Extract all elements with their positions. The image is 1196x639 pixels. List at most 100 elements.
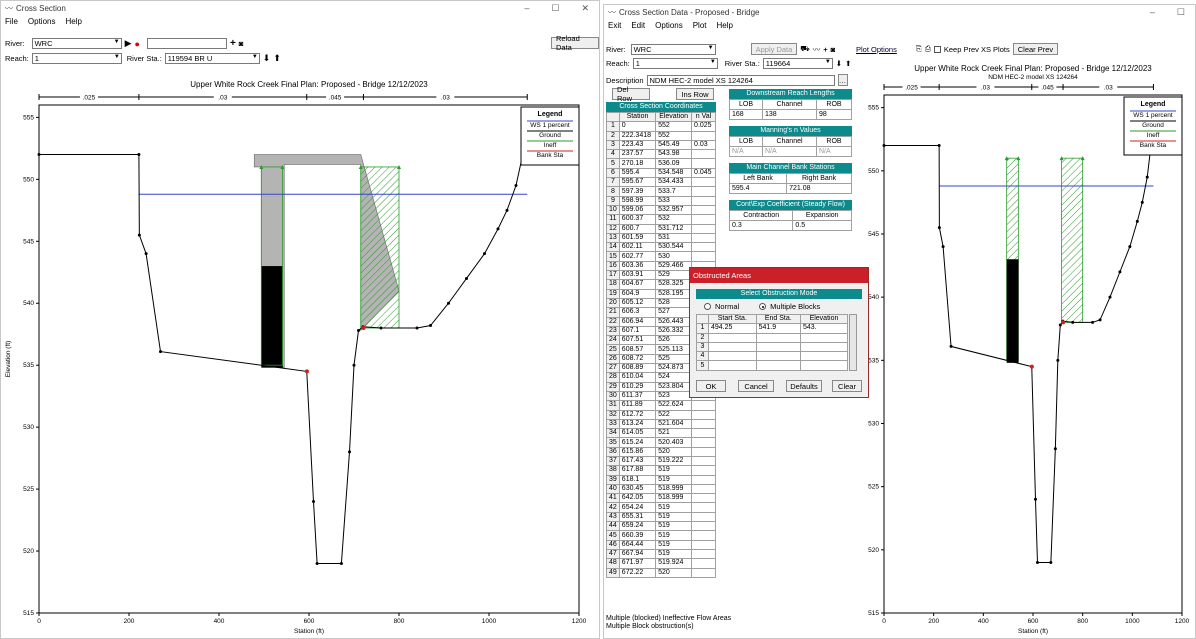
graph-icon[interactable]: 〰 xyxy=(813,44,821,55)
table-row[interactable]: 9 598.99 533 xyxy=(606,195,716,206)
elevation-cell[interactable]: 522.624 xyxy=(655,400,693,411)
station-cell[interactable]: 604.9 xyxy=(618,288,657,299)
station-cell[interactable]: 672.22 xyxy=(618,567,657,578)
station-cell[interactable]: 617.43 xyxy=(618,455,657,467)
elevation-cell[interactable]: 534.548 xyxy=(655,167,693,179)
nval-cell[interactable] xyxy=(691,465,716,476)
station-cell[interactable]: 601.59 xyxy=(618,232,657,244)
nval-cell[interactable] xyxy=(691,149,716,160)
station-cell[interactable]: 604.67 xyxy=(618,279,657,290)
table-row[interactable]: 40 630.45 518.999 xyxy=(606,483,716,495)
elevation-cell[interactable]: 518.999 xyxy=(655,493,693,504)
station-cell[interactable]: 599.06 xyxy=(618,204,657,216)
nval-cell[interactable] xyxy=(691,548,716,560)
elevation-cell[interactable]: 528 xyxy=(655,297,693,309)
nval-cell[interactable] xyxy=(691,539,716,550)
menu-options[interactable]: Options xyxy=(28,17,56,26)
table-row[interactable]: 43 655.31 519 xyxy=(606,511,716,523)
table-row[interactable]: 38 617.88 519 xyxy=(606,465,716,476)
nval-cell[interactable] xyxy=(691,483,716,495)
table-row[interactable]: 8 597.39 533.7 xyxy=(606,186,716,197)
elevation-cell[interactable]: 531 xyxy=(655,232,693,244)
table-row[interactable]: 4 237.57 543.98 xyxy=(606,149,716,160)
nval-cell[interactable] xyxy=(691,418,716,430)
ok-button[interactable]: OK xyxy=(696,380,726,392)
nval-cell[interactable] xyxy=(691,400,716,411)
elevation-cell[interactable]: 519 xyxy=(655,465,693,476)
copy-icon[interactable]: ⎘ xyxy=(916,44,922,54)
table-row[interactable]: 49 672.22 520 xyxy=(606,567,716,578)
station-cell[interactable]: 617.88 xyxy=(618,465,657,476)
station-cell[interactable]: 605.12 xyxy=(618,297,657,309)
elevation-cell[interactable]: 519 xyxy=(655,502,693,513)
station-cell[interactable]: 671.97 xyxy=(618,558,657,569)
table-row[interactable]: 31 611.89 522.624 xyxy=(606,400,716,411)
river-select[interactable]: WRC ▼ xyxy=(630,43,716,55)
station-cell[interactable]: 595.67 xyxy=(618,177,657,188)
elevation-cell[interactable]: 533 xyxy=(655,195,693,206)
nval-cell[interactable] xyxy=(691,130,716,141)
table-row[interactable]: 46 664.44 519 xyxy=(606,539,716,550)
nval-cell[interactable] xyxy=(691,558,716,569)
station-cell[interactable]: 618.1 xyxy=(618,474,657,485)
menu-options[interactable]: Options xyxy=(655,21,683,30)
nval-cell[interactable] xyxy=(691,204,716,216)
menu-file[interactable]: File xyxy=(5,17,18,26)
table-row[interactable]: 47 667.94 519 xyxy=(606,548,716,560)
coefficients-table[interactable]: Contraction Expansion 0.3 0.5 xyxy=(728,210,852,231)
station-cell[interactable]: 606.94 xyxy=(618,316,657,327)
elevation-cell[interactable]: 526.443 xyxy=(655,316,693,327)
up-arrow-icon[interactable]: ⬆ xyxy=(845,59,851,68)
elevation-cell[interactable]: 530.544 xyxy=(655,242,693,253)
station-cell[interactable]: 606.3 xyxy=(618,307,657,318)
minimize-button[interactable]: – xyxy=(1150,7,1155,18)
elevation-cell[interactable]: 552 xyxy=(655,130,693,141)
station-cell[interactable]: 0 xyxy=(618,121,657,132)
record-icon[interactable]: ● xyxy=(135,39,140,49)
nval-cell[interactable] xyxy=(691,474,716,485)
elevation-cell[interactable]: 526 xyxy=(655,335,693,346)
station-cell[interactable]: 597.39 xyxy=(618,186,657,197)
nval-cell[interactable] xyxy=(691,242,716,253)
station-cell[interactable]: 608.72 xyxy=(618,353,657,365)
table-row[interactable]: 41 642.05 518.999 xyxy=(606,493,716,504)
table-row[interactable]: 2 222.3418 552 xyxy=(606,130,716,141)
elevation-cell[interactable]: 518.999 xyxy=(655,483,693,495)
description-more-button[interactable]: … xyxy=(837,74,848,86)
elevation-cell[interactable]: 533.7 xyxy=(655,186,693,197)
elevation-cell[interactable]: 519.924 xyxy=(655,558,693,569)
station-cell[interactable]: 659.24 xyxy=(618,521,657,532)
elevation-cell[interactable]: 519 xyxy=(655,548,693,560)
station-cell[interactable]: 237.57 xyxy=(618,149,657,160)
maximize-button[interactable]: ☐ xyxy=(1177,7,1185,18)
clear-prev-button[interactable]: Clear Prev xyxy=(1012,43,1059,55)
station-cell[interactable]: 613.24 xyxy=(618,418,657,430)
table-scrollbar[interactable] xyxy=(849,314,857,371)
table-row[interactable]: 7 595.67 534.433 xyxy=(606,177,716,188)
station-cell[interactable]: 667.94 xyxy=(618,548,657,560)
print-icon[interactable]: ⎙ xyxy=(925,44,931,54)
plot-options-link[interactable]: Plot Options xyxy=(856,45,897,54)
add-icon[interactable]: + xyxy=(823,45,827,54)
maximize-button[interactable]: ☐ xyxy=(551,3,559,14)
table-row[interactable]: 12 600.7 531.712 xyxy=(606,223,716,234)
table-row[interactable]: 37 617.43 519.222 xyxy=(606,455,716,467)
keep-prev-checkbox[interactable] xyxy=(933,45,941,53)
elevation-cell[interactable]: 529.466 xyxy=(655,260,693,272)
table-row[interactable]: 32 612.72 522 xyxy=(606,409,716,420)
station-cell[interactable]: 608.57 xyxy=(618,344,657,355)
defaults-button[interactable]: Defaults xyxy=(786,380,822,392)
station-cell[interactable]: 611.89 xyxy=(618,400,657,411)
nval-cell[interactable]: 0.03 xyxy=(691,139,716,151)
table-row[interactable]: 39 618.1 519 xyxy=(606,474,716,485)
nval-cell[interactable] xyxy=(691,437,716,448)
elevation-cell[interactable]: 521 xyxy=(655,428,693,439)
play-icon[interactable]: ▶ xyxy=(125,38,132,49)
station-cell[interactable]: 615.24 xyxy=(618,437,657,448)
nval-cell[interactable]: 0.025 xyxy=(691,121,716,132)
station-cell[interactable]: 630.45 xyxy=(618,483,657,495)
station-cell[interactable]: 610.04 xyxy=(618,372,657,383)
down-arrow-icon[interactable]: ⬇ xyxy=(263,53,271,64)
elevation-cell[interactable]: 528.195 xyxy=(655,288,693,299)
station-cell[interactable]: 600.7 xyxy=(618,223,657,234)
